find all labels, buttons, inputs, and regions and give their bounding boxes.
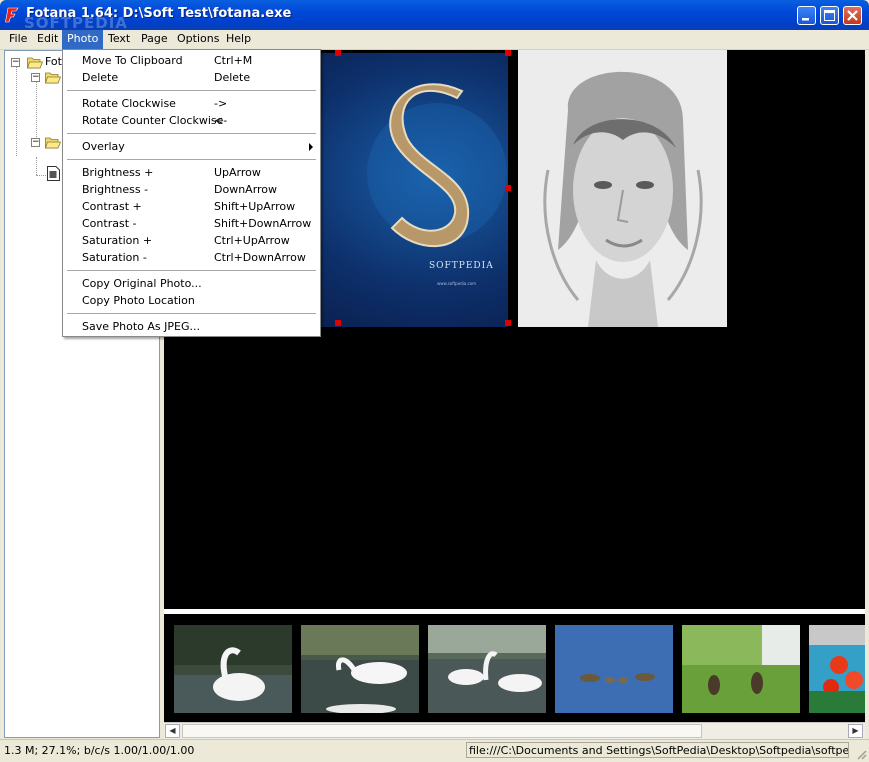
menu-item-contrast-plus[interactable]: Contrast + Shift+UpArrow — [64, 198, 319, 215]
portrait-image — [518, 50, 727, 327]
maximize-button[interactable] — [820, 6, 839, 25]
menu-item-brightness-minus[interactable]: Brightness - DownArrow — [64, 181, 319, 198]
menu-item-saturation-plus[interactable]: Saturation + Ctrl+UpArrow — [64, 232, 319, 249]
scroll-right-button[interactable]: ▶ — [848, 724, 863, 738]
menu-separator — [67, 270, 316, 271]
tree-root-label[interactable]: Fot — [45, 55, 62, 68]
menu-item-copy-original-photo[interactable]: Copy Original Photo... — [64, 275, 319, 292]
menu-item-move-to-clipboard[interactable]: Move To Clipboard Ctrl+M — [64, 52, 319, 69]
menu-item-brightness-plus[interactable]: Brightness + UpArrow — [64, 164, 319, 181]
tree-collapse-node[interactable]: − — [31, 73, 40, 82]
close-button[interactable] — [843, 6, 862, 25]
tree-connector — [36, 81, 37, 141]
status-photo-info: 1.3 M; 27.1%; b/c/s 1.00/1.00/1.00 — [4, 744, 195, 757]
tree-connector — [36, 157, 37, 175]
tree-connector — [36, 175, 46, 176]
photo-caption: SOFTPEDIA — [429, 261, 494, 271]
selection-handle[interactable] — [335, 320, 341, 326]
photo-portrait[interactable] — [518, 50, 727, 327]
menu-item-save-photo-as-jpeg[interactable]: Save Photo As JPEG... — [64, 318, 319, 335]
menu-item-rotate-clockwise[interactable]: Rotate Clockwise -> — [64, 95, 319, 112]
menu-item-contrast-minus[interactable]: Contrast - Shift+DownArrow — [64, 215, 319, 232]
status-file-path: file:///C:\Documents and Settings\SoftPe… — [466, 742, 849, 758]
tree-connector — [16, 66, 17, 156]
selection-handle[interactable] — [505, 50, 511, 56]
status-bar: 1.3 M; 27.1%; b/c/s 1.00/1.00/1.00 file:… — [0, 739, 869, 762]
folder-open-icon — [27, 57, 43, 69]
fotana-app-icon[interactable] — [5, 7, 21, 23]
selection-handle[interactable] — [505, 185, 511, 191]
menu-page[interactable]: Page — [136, 30, 173, 49]
photo-subcaption: www.softpedia.com — [437, 281, 476, 286]
menu-help[interactable]: Help — [221, 30, 256, 49]
menu-separator — [67, 313, 316, 314]
thumbnail-swan-3[interactable] — [428, 625, 546, 713]
scroll-left-button[interactable]: ◀ — [165, 724, 180, 738]
menu-text[interactable]: Text — [103, 30, 135, 49]
thumbnail-tulips-pool[interactable] — [809, 625, 865, 713]
menu-item-overlay[interactable]: Overlay — [64, 138, 319, 155]
thumbnail-scrollbar[interactable]: ◀ ▶ — [164, 722, 865, 739]
close-icon — [847, 10, 858, 21]
tree-collapse-root[interactable]: − — [11, 58, 20, 67]
menu-separator — [67, 159, 316, 160]
thumbnail-geese-water[interactable] — [555, 625, 673, 713]
thumbnail-geese-grass[interactable] — [682, 625, 800, 713]
selection-handle[interactable] — [505, 320, 511, 326]
title-bar[interactable]: Fotana 1.64: D:\Soft Test\fotana.exe SOF… — [0, 0, 869, 32]
menu-separator — [67, 133, 316, 134]
resize-grip-icon[interactable] — [855, 748, 867, 760]
menu-edit[interactable]: Edit — [32, 30, 63, 49]
submenu-arrow-icon — [309, 143, 313, 151]
thumbnail-strip[interactable] — [164, 614, 865, 722]
minimize-button[interactable] — [797, 6, 816, 25]
document-file-icon[interactable] — [47, 166, 60, 181]
menu-separator — [67, 90, 316, 91]
folder-open-icon — [45, 137, 61, 149]
photo-menu-dropdown: Move To Clipboard Ctrl+M Delete Delete R… — [62, 49, 321, 337]
menu-options[interactable]: Options — [172, 30, 224, 49]
thumbnail-swan-2[interactable] — [301, 625, 419, 713]
menu-item-copy-photo-location[interactable]: Copy Photo Location — [64, 292, 319, 309]
maximize-icon — [824, 10, 835, 21]
selection-handle[interactable] — [335, 50, 341, 56]
menu-photo[interactable]: Photo — [62, 30, 104, 49]
menu-item-rotate-counter-clockwise[interactable]: Rotate Counter Clockwise <- — [64, 112, 319, 129]
menu-file[interactable]: File — [4, 30, 32, 49]
minimize-icon — [802, 18, 809, 21]
menu-bar: File Edit Photo Text Page Options Help — [0, 30, 869, 50]
folder-open-icon — [45, 72, 61, 84]
scrollbar-thumb[interactable] — [182, 724, 702, 738]
menu-item-delete[interactable]: Delete Delete — [64, 69, 319, 86]
menu-item-saturation-minus[interactable]: Saturation - Ctrl+DownArrow — [64, 249, 319, 266]
tree-collapse-node[interactable]: − — [31, 138, 40, 147]
thumbnail-swan-1[interactable] — [174, 625, 292, 713]
